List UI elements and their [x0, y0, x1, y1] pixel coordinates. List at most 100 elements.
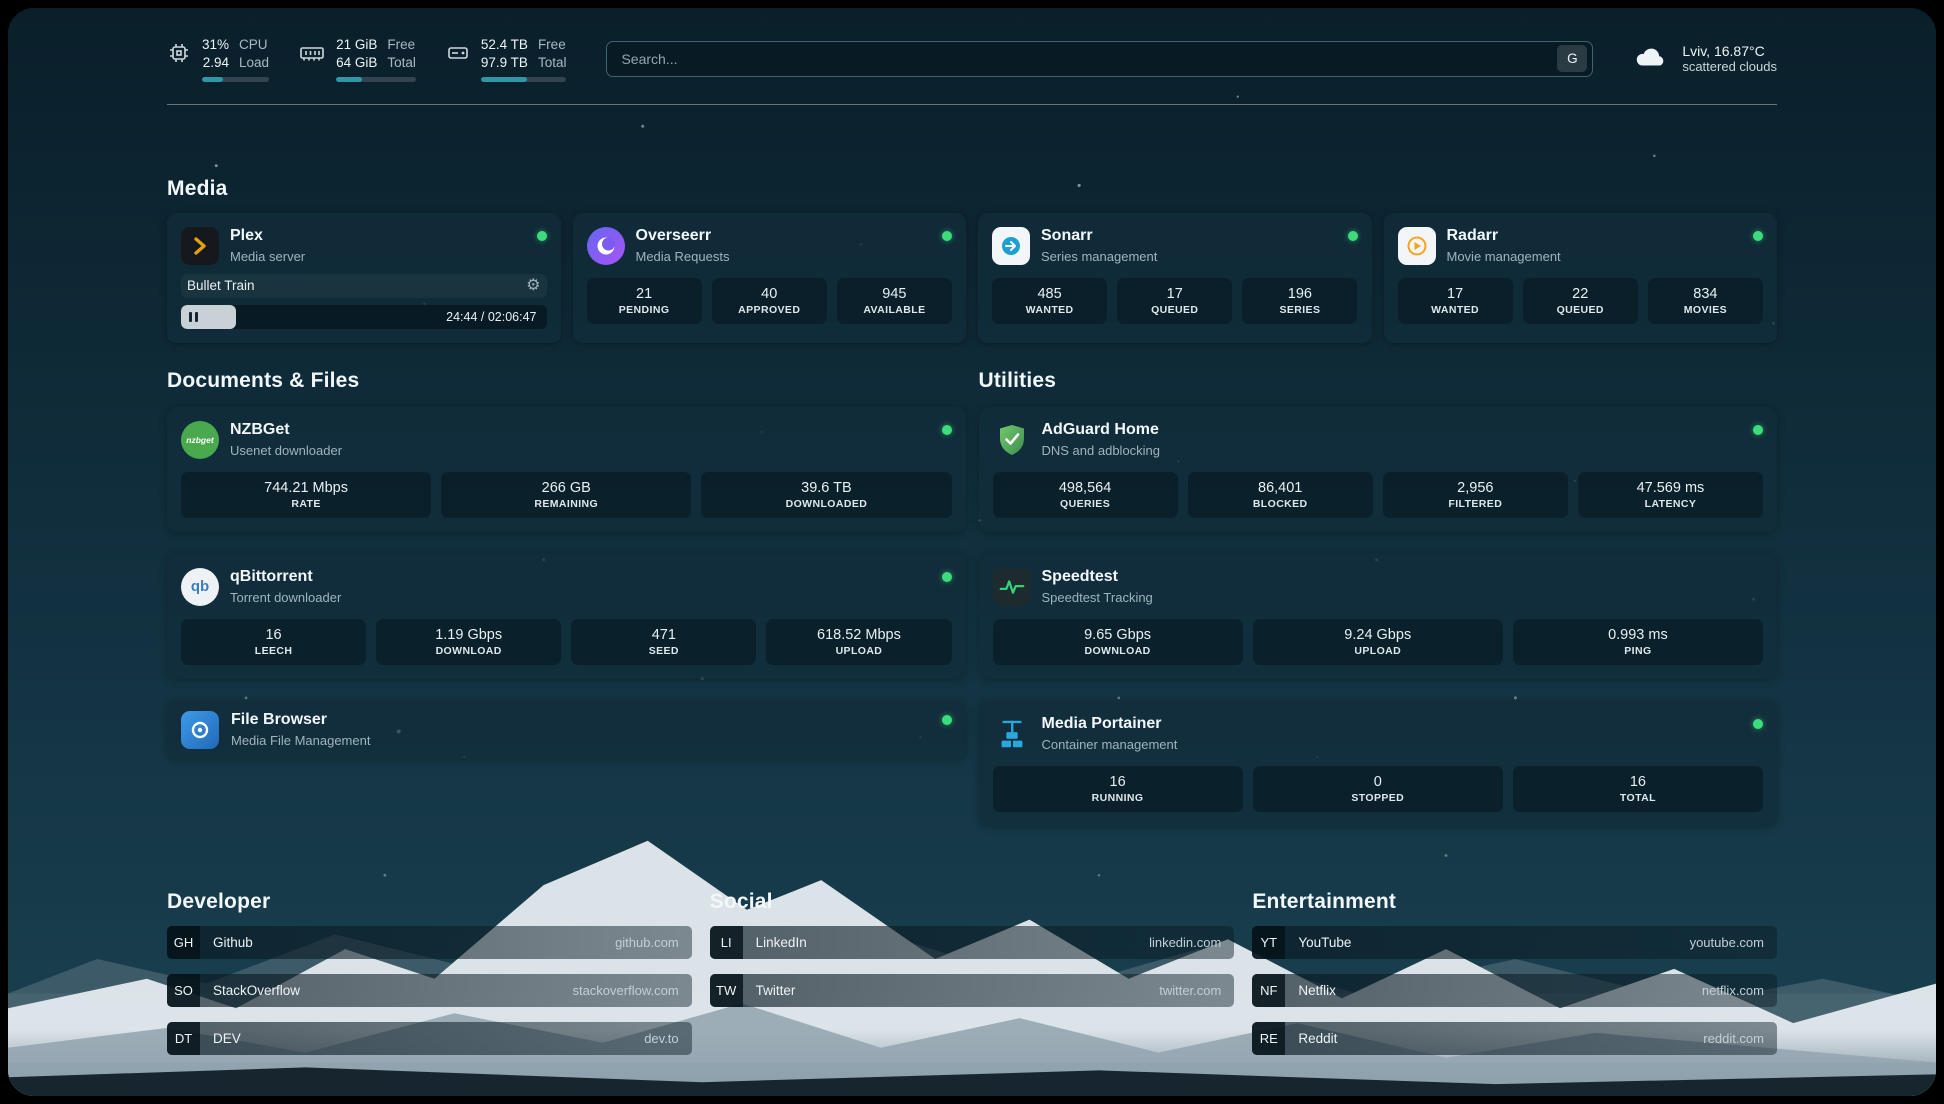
- stat-box: 47.569 msLATENCY: [1578, 472, 1763, 518]
- app-card-filebrowser[interactable]: File Browser Media File Management: [167, 701, 966, 759]
- app-card-adguard[interactable]: AdGuard Home DNS and adblocking 498,564Q…: [979, 407, 1778, 532]
- app-desc: DNS and adblocking: [1042, 443, 1161, 458]
- stat-box: 485WANTED: [992, 278, 1107, 324]
- stat-value: 945: [882, 286, 906, 302]
- storage-total-label: Total: [538, 54, 567, 72]
- cpu-progressbar: [202, 77, 269, 82]
- app-desc: Movie management: [1447, 249, 1561, 264]
- now-playing-title: Bullet Train: [187, 278, 255, 293]
- status-dot: [942, 425, 952, 435]
- cpu-icon: [167, 41, 191, 70]
- speedtest-icon: [993, 568, 1031, 606]
- entertainment-column: Entertainment YT YouTube youtube.com NF …: [1252, 890, 1777, 1055]
- search-bar: G: [606, 41, 1593, 77]
- bookmark-reddit[interactable]: RE Reddit reddit.com: [1252, 1022, 1777, 1055]
- memory-total-label: Total: [387, 54, 416, 72]
- bookmark-twitter[interactable]: TW Twitter twitter.com: [710, 974, 1235, 1007]
- section-title-utilities: Utilities: [979, 369, 1778, 393]
- app-card-speedtest[interactable]: Speedtest Speedtest Tracking 9.65 GbpsDO…: [979, 554, 1778, 679]
- app-card-qbittorrent[interactable]: qb qBittorrent Torrent downloader 16LEEC…: [167, 554, 966, 679]
- app-card-overseerr[interactable]: Overseerr Media Requests 21PENDING 40APP…: [573, 213, 967, 343]
- filebrowser-icon: [181, 711, 219, 749]
- nzbget-icon: nzbget: [181, 421, 219, 459]
- storage-widget: 52.4 TB 97.9 TB Free Total: [446, 36, 567, 82]
- memory-icon: [299, 41, 325, 70]
- app-title: Speedtest: [1042, 568, 1153, 586]
- app-card-nzbget[interactable]: nzbget NZBGet Usenet downloader 744.21 M…: [167, 407, 966, 532]
- bookmark-name: StackOverflow: [213, 983, 300, 998]
- status-dot: [942, 572, 952, 582]
- stat-value: 17: [1167, 286, 1183, 302]
- bookmark-url: twitter.com: [1159, 983, 1221, 998]
- plex-icon: [181, 227, 219, 265]
- stat-value: 471: [652, 627, 676, 643]
- bookmark-name: Github: [213, 935, 253, 950]
- stat-box: 39.6 TBDOWNLOADED: [701, 472, 951, 518]
- storage-free-value: 52.4 TB: [481, 36, 528, 54]
- memory-free-label: Free: [387, 36, 416, 54]
- storage-icon: [446, 41, 470, 70]
- adguard-icon: [993, 421, 1031, 459]
- app-title: Radarr: [1447, 227, 1561, 245]
- stat-value: 0: [1374, 774, 1382, 790]
- stat-value: 0.993 ms: [1608, 627, 1668, 643]
- stat-box: 40APPROVED: [712, 278, 827, 324]
- bookmark-youtube[interactable]: YT YouTube youtube.com: [1252, 926, 1777, 959]
- now-playing-row: Bullet Train ⚙: [181, 274, 547, 298]
- app-card-radarr[interactable]: Radarr Movie management 17WANTED 22QUEUE…: [1384, 213, 1778, 343]
- bookmark-abbr: RE: [1252, 1022, 1285, 1055]
- stat-value: 86,401: [1258, 480, 1302, 496]
- app-card-sonarr[interactable]: Sonarr Series management 485WANTED 17QUE…: [978, 213, 1372, 343]
- pause-button[interactable]: [189, 312, 198, 322]
- settings-gear-icon[interactable]: ⚙: [526, 278, 540, 294]
- stat-label: DOWNLOAD: [1084, 645, 1150, 657]
- bookmark-abbr: TW: [710, 974, 743, 1007]
- bookmark-netflix[interactable]: NF Netflix netflix.com: [1252, 974, 1777, 1007]
- developer-column: Developer GH Github github.com SO StackO…: [167, 890, 692, 1055]
- section-title-media: Media: [167, 177, 1777, 201]
- storage-total-value: 97.9 TB: [481, 54, 528, 72]
- stat-label: QUEUED: [1557, 304, 1604, 316]
- section-title-social: Social: [710, 890, 1235, 914]
- stat-value: 2,956: [1457, 480, 1493, 496]
- stat-label: UPLOAD: [1354, 645, 1401, 657]
- stat-box: 9.65 GbpsDOWNLOAD: [993, 619, 1243, 665]
- topbar: 31% 2.94 CPU Load: [167, 36, 1777, 82]
- cpu-label: CPU: [239, 36, 269, 54]
- stat-label: QUEUED: [1151, 304, 1198, 316]
- stat-box: 0STOPPED: [1253, 766, 1503, 812]
- bookmark-linkedin[interactable]: LI LinkedIn linkedin.com: [710, 926, 1235, 959]
- stat-label: APPROVED: [738, 304, 800, 316]
- stat-value: 1.19 Gbps: [435, 627, 502, 643]
- app-title: AdGuard Home: [1042, 421, 1161, 439]
- search-engine-button[interactable]: G: [1557, 45, 1587, 72]
- bookmark-abbr: GH: [167, 926, 200, 959]
- stat-value: 16: [265, 627, 281, 643]
- stat-value: 834: [1693, 286, 1717, 302]
- stat-label: LATENCY: [1645, 498, 1697, 510]
- bookmark-name: YouTube: [1298, 935, 1351, 950]
- bookmark-dev[interactable]: DT DEV dev.to: [167, 1022, 692, 1055]
- app-title: Overseerr: [636, 227, 730, 245]
- app-title: Sonarr: [1041, 227, 1157, 245]
- stat-box: 471 SEED: [571, 619, 756, 665]
- radarr-icon: [1398, 227, 1436, 265]
- status-dot: [1753, 719, 1763, 729]
- weather-widget: Lviv, 16.87°C scattered clouds: [1633, 42, 1777, 75]
- stat-label: SEED: [649, 645, 679, 657]
- stat-value: 485: [1037, 286, 1061, 302]
- stat-value: 22: [1572, 286, 1588, 302]
- app-desc: Media File Management: [231, 733, 370, 748]
- playback-progressbar[interactable]: 24:44 / 02:06:47: [181, 305, 547, 329]
- bookmark-github[interactable]: GH Github github.com: [167, 926, 692, 959]
- app-card-portainer[interactable]: Media Portainer Container management 16R…: [979, 701, 1778, 826]
- search-input[interactable]: [621, 51, 1557, 67]
- app-title: Plex: [230, 227, 305, 245]
- stat-box: 16TOTAL: [1513, 766, 1763, 812]
- stat-box: 945AVAILABLE: [837, 278, 952, 324]
- app-card-plex[interactable]: Plex Media server Bullet Train ⚙ 24:44 /…: [167, 213, 561, 343]
- bookmark-stackoverflow[interactable]: SO StackOverflow stackoverflow.com: [167, 974, 692, 1007]
- stat-box: 16RUNNING: [993, 766, 1243, 812]
- cpu-widget: 31% 2.94 CPU Load: [167, 36, 269, 82]
- app-desc: Usenet downloader: [230, 443, 342, 458]
